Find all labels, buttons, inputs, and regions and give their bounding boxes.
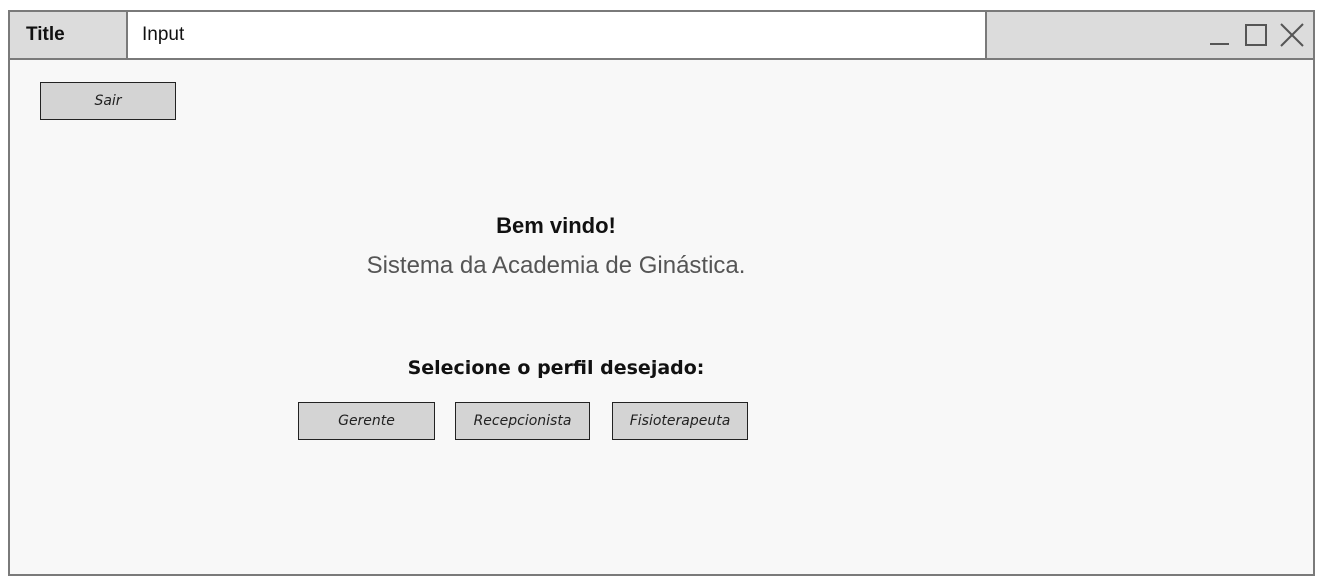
window-title: Title bbox=[10, 12, 128, 58]
fisioterapeuta-button[interactable]: Fisioterapeuta bbox=[612, 402, 748, 440]
select-profile-label: Selecione o perfil desejado: bbox=[407, 357, 705, 379]
system-subtitle: Sistema da Academia de Ginástica. bbox=[366, 252, 746, 279]
maximize-icon[interactable] bbox=[1243, 22, 1269, 48]
minimize-icon[interactable] bbox=[1207, 22, 1233, 48]
window-controls bbox=[987, 12, 1313, 58]
close-icon[interactable] bbox=[1279, 22, 1305, 48]
recepcionista-button[interactable]: Recepcionista bbox=[455, 402, 590, 440]
app-window: Title Input bbox=[8, 10, 1315, 576]
sair-button[interactable]: Sair bbox=[40, 82, 176, 120]
title-bar: Title Input bbox=[10, 12, 1313, 60]
gerente-button[interactable]: Gerente bbox=[298, 402, 435, 440]
welcome-heading: Bem vindo! bbox=[496, 213, 616, 238]
title-input[interactable]: Input bbox=[128, 12, 987, 58]
